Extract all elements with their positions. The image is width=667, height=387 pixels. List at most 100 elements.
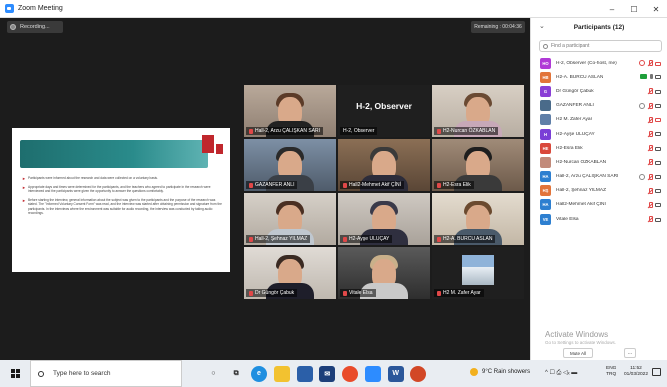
mic-muted-icon bbox=[647, 145, 653, 152]
avatar: G bbox=[540, 85, 551, 97]
cortana-icon[interactable]: ○ bbox=[205, 366, 221, 382]
participants-header: ⌄ Participants (12) bbox=[531, 18, 667, 36]
participant-item[interactable]: H2-Nurcan ÖZKABLAN bbox=[531, 155, 667, 169]
avatar bbox=[540, 100, 551, 112]
video-tile[interactable]: H2-Nurcan ÖZKABLAN bbox=[432, 85, 524, 137]
mic-muted-icon bbox=[343, 236, 347, 242]
video-tile[interactable]: Hall-2, Arzu ÇALIŞKAN SARI bbox=[244, 85, 336, 137]
language-indicator[interactable]: ENG TRQ bbox=[606, 366, 616, 378]
avatar: VE bbox=[540, 213, 551, 225]
notification-icon[interactable] bbox=[652, 368, 661, 376]
video-icon bbox=[655, 75, 661, 80]
slide-bullets: ► Participants were informed about the re… bbox=[22, 176, 222, 219]
video-icon bbox=[655, 89, 661, 94]
video-tile[interactable]: Hall-2, Şehnaz YILMAZ bbox=[244, 193, 336, 245]
window-title: Zoom Meeting bbox=[18, 5, 63, 12]
word-icon[interactable]: W bbox=[387, 365, 404, 382]
participant-search[interactable] bbox=[539, 40, 662, 52]
mic-muted-icon bbox=[647, 102, 653, 109]
close-button[interactable]: ✕ bbox=[645, 0, 667, 18]
title-bar: Zoom Meeting – ☐ ✕ bbox=[0, 0, 667, 18]
participants-title: Participants (12) bbox=[573, 23, 625, 31]
chrome-icon[interactable] bbox=[410, 365, 427, 382]
participant-item[interactable]: H2 M. Zafer Ayar bbox=[531, 113, 667, 127]
avatar: HE bbox=[540, 142, 551, 154]
recording-label: Recording... bbox=[20, 24, 50, 30]
system-tray[interactable]: ^ ☐ ⎙ ◁ₓ ▬ bbox=[545, 369, 577, 377]
weather-widget[interactable]: 9°C Rain showers bbox=[470, 368, 530, 376]
slide-bullet: ► Participants were informed about the re… bbox=[22, 176, 158, 181]
task-view-icon[interactable]: ⧉ bbox=[228, 366, 244, 382]
avatar: HA bbox=[540, 171, 551, 183]
avatar: HA bbox=[540, 199, 551, 211]
video-icon bbox=[655, 104, 661, 109]
participant-item[interactable]: HB H2-A. BURCU ASLAN bbox=[531, 70, 667, 84]
window-controls: – ☐ ✕ bbox=[601, 0, 667, 18]
video-tile[interactable]: Hall2-Mehmet Akif ÇİNİ bbox=[338, 139, 430, 191]
participant-item[interactable]: G Dr Güngör Çabuk bbox=[531, 84, 667, 98]
record-icon bbox=[639, 60, 645, 66]
avatar: HŞ bbox=[540, 185, 551, 197]
mail-icon[interactable]: ✉ bbox=[319, 365, 336, 382]
video-area: Recording... Remaining : 00:04:36 ► Parti… bbox=[0, 18, 530, 360]
search-icon bbox=[38, 370, 44, 377]
participant-item[interactable]: H H2-Ayşe ULUÇAY bbox=[531, 127, 667, 141]
participant-item[interactable]: HŞ Hall-2, Şehnaz YILMAZ bbox=[531, 184, 667, 198]
mute-all-button[interactable]: Mute All bbox=[563, 348, 593, 358]
store-icon[interactable] bbox=[296, 365, 313, 382]
mic-muted-icon bbox=[437, 290, 441, 296]
weather-sun-icon bbox=[470, 368, 478, 376]
mic-muted-icon bbox=[249, 236, 253, 242]
video-tile[interactable]: GAZANFER ANLI bbox=[244, 139, 336, 191]
minimize-button[interactable]: – bbox=[601, 0, 623, 18]
clock[interactable]: 11:52 01/03/2022 bbox=[624, 366, 648, 378]
participant-item[interactable]: HO H-2, Observer (Co-host, me) bbox=[531, 56, 667, 70]
video-tile[interactable]: Dr Güngör Çabuk bbox=[244, 247, 336, 299]
video-tile[interactable]: Vitale Elsa bbox=[338, 247, 430, 299]
participant-item[interactable]: HA Hall2-Mehmet Akif ÇİNİ bbox=[531, 198, 667, 212]
windows-taskbar: Type here to search ○ ⧉ e ✉ W 9°C Rain s… bbox=[0, 360, 667, 387]
video-tile[interactable]: H2-Esra Elik bbox=[432, 139, 524, 191]
mic-muted-icon bbox=[343, 290, 347, 296]
remaining-time: Remaining : 00:04:36 bbox=[471, 21, 525, 33]
edge-icon[interactable]: e bbox=[250, 365, 267, 382]
zoom-icon[interactable] bbox=[364, 365, 381, 382]
video-icon bbox=[655, 203, 661, 208]
video-tile-active-speaker[interactable]: H2-A. BURCU ASLAN bbox=[432, 193, 524, 245]
chrome-icon[interactable] bbox=[342, 365, 359, 382]
slide-decoration bbox=[202, 135, 214, 153]
search-icon bbox=[543, 43, 548, 49]
maximize-button[interactable]: ☐ bbox=[623, 0, 645, 18]
taskbar-search[interactable]: Type here to search bbox=[30, 360, 182, 387]
start-button[interactable] bbox=[0, 360, 30, 387]
slide-bullet: ► Before starting the interview, general … bbox=[22, 197, 222, 216]
video-icon bbox=[655, 189, 661, 194]
video-tile[interactable]: H2 M. Zafer Ayar bbox=[432, 247, 524, 299]
record-icon bbox=[639, 102, 645, 109]
file-explorer-icon[interactable] bbox=[273, 365, 290, 382]
participant-item[interactable]: HE H2-Esra Elik bbox=[531, 141, 667, 155]
video-tile[interactable]: H2-Ayşe ULUÇAY bbox=[338, 193, 430, 245]
participant-search-input[interactable] bbox=[551, 43, 651, 49]
record-icon bbox=[10, 24, 16, 30]
mic-muted-icon bbox=[647, 130, 653, 137]
tile-big-name: H-2, Observer bbox=[356, 101, 412, 111]
participant-item[interactable]: HA Hall-2, Arzu ÇALIŞKAN SARI bbox=[531, 170, 667, 184]
recording-indicator[interactable]: Recording... bbox=[7, 21, 63, 33]
record-icon bbox=[639, 173, 645, 180]
zoom-logo-icon bbox=[5, 4, 14, 13]
more-options-button[interactable]: ... bbox=[624, 348, 636, 358]
mic-muted-icon bbox=[249, 290, 253, 296]
shared-screen-slide: ► Participants were informed about the re… bbox=[12, 128, 230, 272]
mic-muted-icon bbox=[437, 236, 441, 242]
slide-bullet: ► Appropriate days and times were determi… bbox=[22, 185, 211, 194]
participant-item[interactable]: GAZANFER ANLI bbox=[531, 99, 667, 113]
mic-muted-icon bbox=[437, 182, 441, 188]
screen-share-icon bbox=[640, 74, 647, 80]
taskbar-apps: ○ ⧉ e ✉ W bbox=[202, 365, 430, 382]
participant-item[interactable]: VE Vitale Elsa bbox=[531, 212, 667, 226]
chevron-down-icon[interactable]: ⌄ bbox=[539, 22, 545, 30]
avatar: HB bbox=[540, 71, 551, 83]
video-tile[interactable]: H-2, Observer H-2, Observer bbox=[338, 85, 430, 137]
mic-muted-icon bbox=[647, 187, 653, 194]
